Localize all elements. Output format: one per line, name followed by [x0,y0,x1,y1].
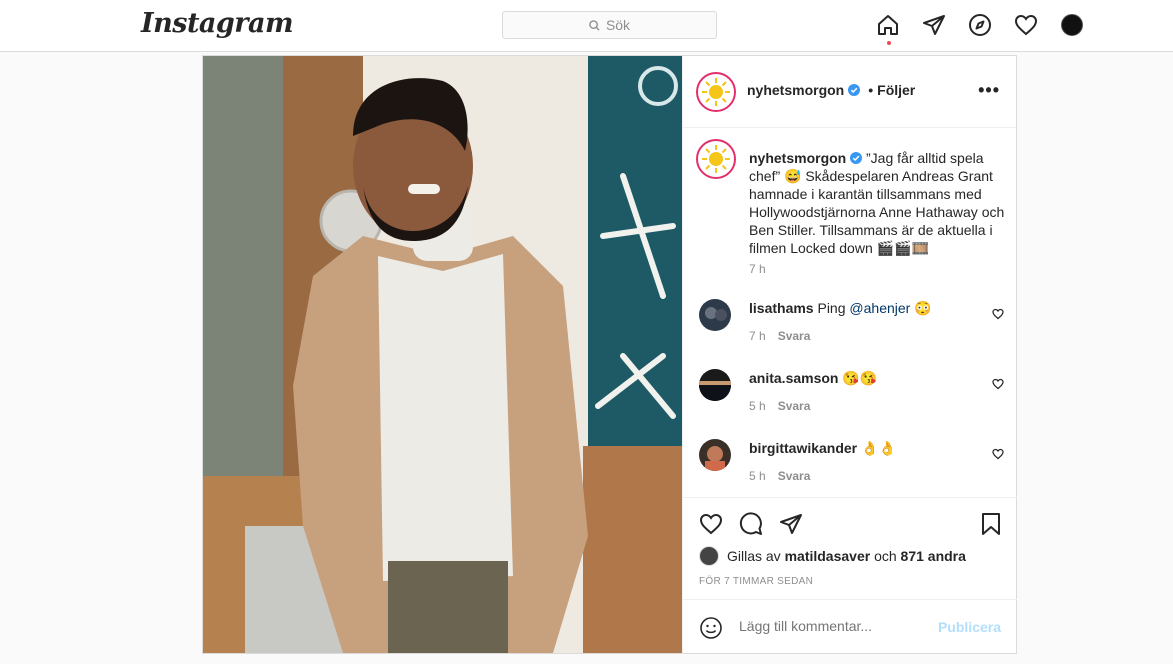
reply-button[interactable]: Svara [778,399,811,413]
likes-middle: och [874,548,897,564]
publish-button[interactable]: Publicera [938,619,1001,635]
comment-text: birgittawikander 👌👌 [749,440,896,456]
comment-username[interactable]: birgittawikander [749,440,857,456]
comment-like-heart-icon[interactable] [992,308,1004,320]
follow-separator: • [868,82,874,98]
share-icon[interactable] [779,512,803,536]
comment-bubble-icon[interactable] [739,512,763,536]
comment-text: anita.samson 😘😘 [749,370,878,386]
bookmark-icon[interactable] [979,512,1003,536]
commenter-avatar[interactable] [699,299,731,331]
post-card: nyhetsmorgon • Följer ••• nyhetsmorgon ”… [202,55,1017,654]
liker-avatar[interactable] [699,546,719,566]
profile-avatar[interactable] [1060,13,1084,37]
author-avatar[interactable] [696,72,736,112]
verified-badge-icon [848,84,861,96]
likes-summary: Gillas av matildasaver och 871 andra [699,546,966,566]
following-button[interactable]: Följer [877,82,915,98]
caption-timestamp: 7 h [749,262,766,276]
more-options-icon[interactable]: ••• [978,81,1000,99]
direct-message-icon[interactable] [922,13,946,37]
add-comment-input[interactable] [739,618,929,634]
comment-time: 5 h [749,399,766,413]
commenter-avatar[interactable] [699,439,731,471]
caption-author-avatar[interactable] [696,139,736,179]
comment-like-heart-icon[interactable] [992,448,1004,460]
comment-item: birgittawikander 👌👌 5 h Svara [699,439,1004,497]
emoji-smiley-icon[interactable] [699,616,723,640]
instagram-logo[interactable]: Instagram [141,8,294,39]
home-icon[interactable] [876,13,900,45]
comment-item: lisathams Ping @ahenjer 😳 7 h Svara [699,299,1004,359]
comment-meta: 5 h Svara [749,399,810,413]
comments-list: nyhetsmorgon ”Jag får alltid spela chef”… [683,129,1017,497]
comment-time: 5 h [749,469,766,483]
commenter-avatar[interactable] [699,369,731,401]
verified-badge-icon [850,152,863,164]
sun-logo-icon [702,145,730,173]
post-photo[interactable] [203,56,682,653]
comment-meta: 5 h Svara [749,469,810,483]
comment-item: anita.samson 😘😘 5 h Svara [699,369,1004,429]
comment-username[interactable]: anita.samson [749,370,838,386]
author-row: nyhetsmorgon • Följer [747,82,915,98]
sun-logo-icon [702,78,730,106]
top-navigation: Instagram Sök [0,0,1173,52]
action-row [699,512,803,536]
comment-text: lisathams Ping @ahenjer 😳 [749,300,932,316]
caption-text: nyhetsmorgon ”Jag får alltid spela chef”… [749,149,1009,257]
like-heart-icon[interactable] [699,512,723,536]
search-placeholder: Sök [605,17,631,33]
comment-mention[interactable]: @ahenjer [849,300,910,316]
explore-compass-icon[interactable] [968,13,992,37]
activity-heart-icon[interactable] [1014,13,1038,37]
comment-username[interactable]: lisathams [749,300,814,316]
likes-prefix: Gillas av [727,548,781,564]
search-box[interactable]: Sök [502,11,717,39]
author-username[interactable]: nyhetsmorgon [747,82,844,98]
post-header: nyhetsmorgon • Följer ••• [683,56,1016,128]
comment-time: 7 h [749,329,766,343]
reply-button[interactable]: Svara [778,329,811,343]
reply-button[interactable]: Svara [778,469,811,483]
add-comment-bar: Publicera [683,599,1017,655]
post-side-panel: nyhetsmorgon • Följer ••• nyhetsmorgon ”… [682,56,1017,655]
post-actions: Gillas av matildasaver och 871 andra FÖR… [683,497,1017,655]
nav-icons [876,13,1084,45]
likes-count[interactable]: 871 andra [901,548,966,564]
search-icon [589,19,600,31]
comment-meta: 7 h Svara [749,329,810,343]
post-timestamp[interactable]: FÖR 7 TIMMAR SEDAN [699,576,813,587]
comment-like-heart-icon[interactable] [992,378,1004,390]
liker-username[interactable]: matildasaver [785,548,871,564]
caption-username[interactable]: nyhetsmorgon [749,150,846,166]
notification-dot [887,41,891,45]
